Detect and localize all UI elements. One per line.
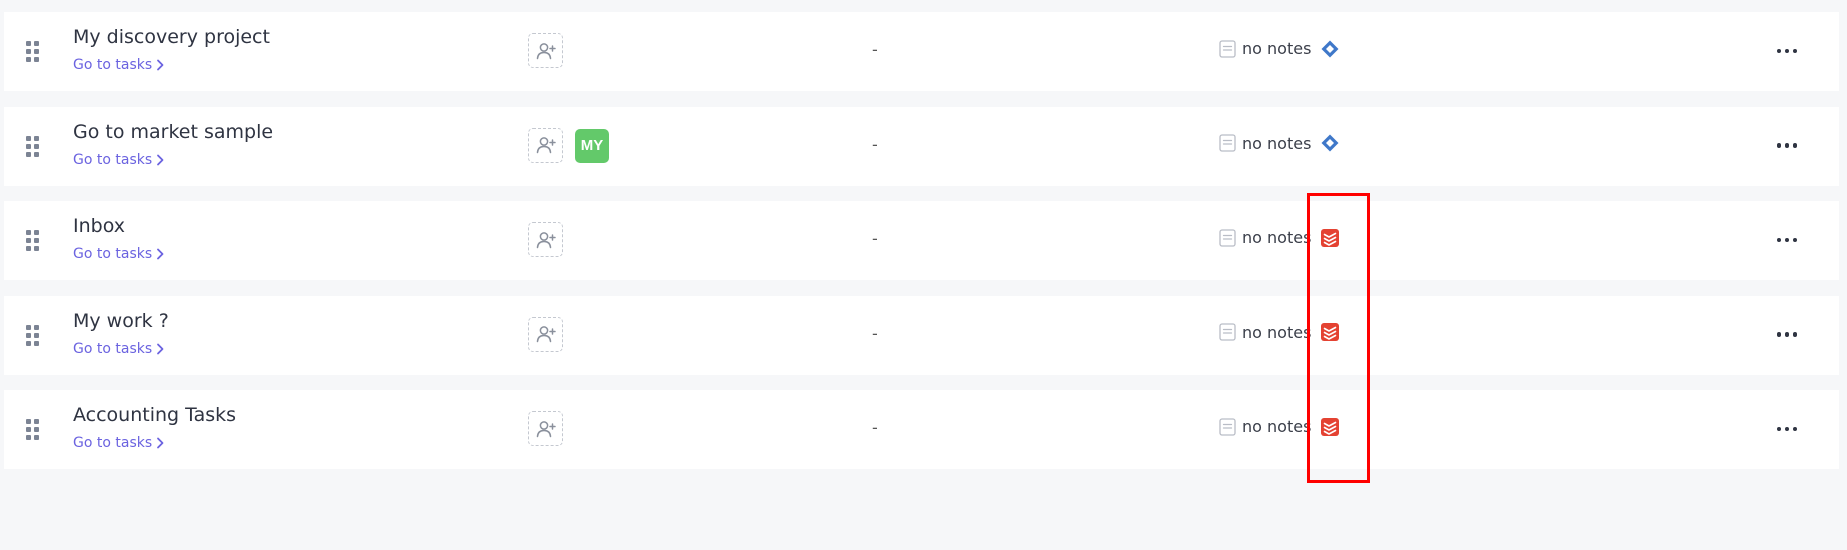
project-name: Accounting Tasks	[73, 404, 237, 426]
more-options-button[interactable]	[1774, 134, 1800, 158]
project-name: Inbox	[73, 215, 125, 237]
notes-label: no notes	[1242, 39, 1312, 58]
drag-handle-icon[interactable]	[26, 41, 40, 63]
add-user-icon	[536, 231, 556, 248]
chevron-right-icon	[157, 154, 164, 165]
notes-icon	[1219, 39, 1236, 58]
due-date: -	[872, 418, 878, 437]
project-name: My work ?	[73, 309, 169, 332]
notes-label: no notes	[1242, 417, 1312, 436]
project-row: Go to market sample Go to tasks MY - no …	[4, 106, 1839, 186]
go-to-tasks-label: Go to tasks	[73, 57, 153, 73]
due-date: -	[872, 323, 878, 343]
notes-icon	[1219, 417, 1236, 436]
go-to-tasks-link[interactable]: Go to tasks	[73, 246, 164, 262]
todoist-icon	[1321, 228, 1340, 247]
project-name: Go to market sample	[73, 120, 274, 143]
go-to-tasks-link[interactable]: Go to tasks	[73, 435, 164, 451]
add-user-icon	[536, 420, 556, 437]
add-member-button[interactable]	[528, 127, 563, 163]
due-date: -	[872, 134, 878, 154]
due-date: -	[872, 229, 878, 248]
chevron-right-icon	[157, 248, 164, 260]
go-to-tasks-label: Go to tasks	[73, 151, 153, 168]
drag-handle-icon[interactable]	[26, 135, 40, 158]
notes-button[interactable]: no notes	[1219, 134, 1339, 153]
project-row: Accounting Tasks Go to tasks - no notes	[4, 390, 1839, 469]
notes-icon	[1219, 228, 1236, 247]
add-user-icon	[536, 326, 556, 343]
todoist-icon	[1321, 323, 1340, 341]
add-user-icon	[536, 137, 556, 154]
notes-label: no notes	[1242, 322, 1312, 342]
notes-label: no notes	[1242, 133, 1312, 153]
add-user-icon	[536, 42, 556, 59]
add-member-button[interactable]	[528, 33, 563, 68]
chevron-right-icon	[157, 59, 164, 71]
notes-label: no notes	[1242, 228, 1312, 247]
project-row: My discovery project Go to tasks - no no…	[4, 12, 1839, 91]
due-date: -	[872, 40, 878, 59]
notes-icon	[1219, 323, 1236, 341]
go-to-tasks-link[interactable]: Go to tasks	[73, 57, 164, 73]
more-options-button[interactable]	[1774, 417, 1800, 441]
drag-handle-icon[interactable]	[26, 324, 40, 347]
diamond-icon	[1321, 134, 1339, 152]
add-member-button[interactable]	[528, 411, 563, 446]
go-to-tasks-label: Go to tasks	[73, 246, 153, 262]
notes-icon	[1219, 134, 1236, 152]
notes-button[interactable]: no notes	[1219, 228, 1340, 247]
chevron-right-icon	[157, 437, 164, 449]
more-options-button[interactable]	[1774, 228, 1800, 252]
avatar[interactable]: MY	[575, 128, 609, 163]
go-to-tasks-link[interactable]: Go to tasks	[73, 152, 164, 168]
project-row: My work ? Go to tasks - no notes	[4, 295, 1839, 375]
add-member-button[interactable]	[528, 222, 563, 257]
diamond-icon	[1321, 40, 1339, 58]
more-options-button[interactable]	[1774, 323, 1800, 347]
notes-button[interactable]: no notes	[1219, 322, 1340, 342]
more-options-button[interactable]	[1774, 39, 1800, 63]
notes-button[interactable]: no notes	[1219, 39, 1339, 58]
go-to-tasks-label: Go to tasks	[73, 340, 153, 357]
add-member-button[interactable]	[528, 316, 563, 352]
project-row: Inbox Go to tasks - no notes	[4, 201, 1839, 280]
project-list: My discovery project Go to tasks - no no…	[4, 12, 1839, 485]
drag-handle-icon[interactable]	[26, 419, 40, 441]
drag-handle-icon[interactable]	[26, 230, 40, 252]
chevron-right-icon	[157, 343, 164, 354]
go-to-tasks-link[interactable]: Go to tasks	[73, 341, 164, 357]
notes-button[interactable]: no notes	[1219, 417, 1340, 436]
project-name: My discovery project	[73, 26, 270, 48]
todoist-icon	[1321, 417, 1340, 436]
go-to-tasks-label: Go to tasks	[73, 435, 153, 451]
